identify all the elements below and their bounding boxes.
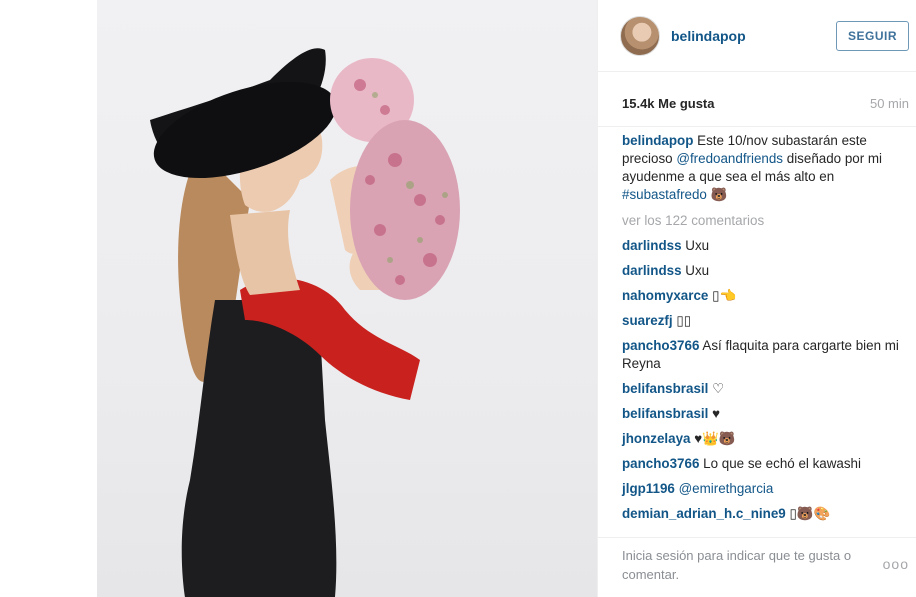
- comment-text: ▯▯: [676, 313, 692, 328]
- photo-illustration: [0, 0, 460, 597]
- post-panel: belindapop SEGUIR 15.4k Me gusta 50 min …: [597, 0, 916, 597]
- comment-text: ▯👈: [712, 288, 737, 303]
- comments-list: belindapop Este 10/nov subastarán este p…: [622, 132, 912, 530]
- comment: pancho3766 Así flaquita para cargarte bi…: [622, 337, 912, 373]
- comment-user[interactable]: belifansbrasil: [622, 381, 708, 396]
- likes-count[interactable]: 15.4k Me gusta: [622, 96, 715, 111]
- comment-text: ♥: [712, 406, 721, 421]
- comment: nahomyxarce ▯👈: [622, 287, 912, 305]
- post-time[interactable]: 50 min: [870, 96, 909, 111]
- caption-hashtag[interactable]: #subastafredo: [622, 187, 707, 202]
- comment-user[interactable]: darlindss: [622, 238, 682, 253]
- post-photo: [0, 0, 597, 597]
- login-prompt[interactable]: Inicia sesión para indicar que te gusta …: [622, 546, 882, 584]
- comment: suarezfj ▯▯: [622, 312, 912, 330]
- comment-user[interactable]: demian_adrian_h.c_nine9: [622, 506, 786, 521]
- post-footer: Inicia sesión para indicar que te gusta …: [598, 537, 916, 597]
- caption: belindapop Este 10/nov subastarán este p…: [622, 132, 912, 204]
- bear-emoji-icon: 🐻: [710, 187, 728, 202]
- follow-button[interactable]: SEGUIR: [836, 21, 909, 51]
- more-options-icon[interactable]: ooo: [883, 556, 909, 572]
- comment: darlindss Uxu: [622, 262, 912, 280]
- comment-user[interactable]: belifansbrasil: [622, 406, 708, 421]
- comment-text: ♡: [712, 381, 725, 396]
- comment-mention[interactable]: @emirethgarcia: [679, 481, 774, 496]
- comment: demian_adrian_h.c_nine9 ▯🐻🎨: [622, 505, 912, 523]
- caption-user[interactable]: belindapop: [622, 133, 693, 148]
- comment-user[interactable]: pancho3766: [622, 338, 699, 353]
- comment-user[interactable]: jlgp1196: [622, 481, 675, 496]
- comment-user[interactable]: jhonzelaya: [622, 431, 690, 446]
- avatar[interactable]: [620, 16, 660, 56]
- comment: pancho3766 Lo que se echó el kawashi: [622, 455, 912, 473]
- comment-text: ▯🐻🎨: [789, 506, 831, 521]
- comment: jlgp1196 @emirethgarcia: [622, 480, 912, 498]
- comment: jhonzelaya ♥👑🐻: [622, 430, 912, 448]
- comment-text: Uxu: [685, 238, 710, 253]
- comment: darlindss Uxu: [622, 237, 912, 255]
- view-more-comments[interactable]: ver los 122 comentarios: [622, 212, 912, 230]
- comment-user[interactable]: nahomyxarce: [622, 288, 708, 303]
- post-header: belindapop SEGUIR: [598, 0, 916, 72]
- post-stats: 15.4k Me gusta 50 min: [598, 72, 916, 127]
- caption-mention[interactable]: @fredoandfriends: [676, 151, 783, 166]
- comment-user[interactable]: darlindss: [622, 263, 682, 278]
- comment-text: Uxu: [685, 263, 710, 278]
- comment-user[interactable]: pancho3766: [622, 456, 699, 471]
- author-username[interactable]: belindapop: [671, 28, 746, 44]
- comment-user[interactable]: suarezfj: [622, 313, 673, 328]
- comment: belifansbrasil ♥: [622, 405, 912, 423]
- comment-text: Lo que se echó el kawashi: [703, 456, 861, 471]
- comment-text: ♥👑🐻: [694, 431, 736, 446]
- comment: belifansbrasil ♡: [622, 380, 912, 398]
